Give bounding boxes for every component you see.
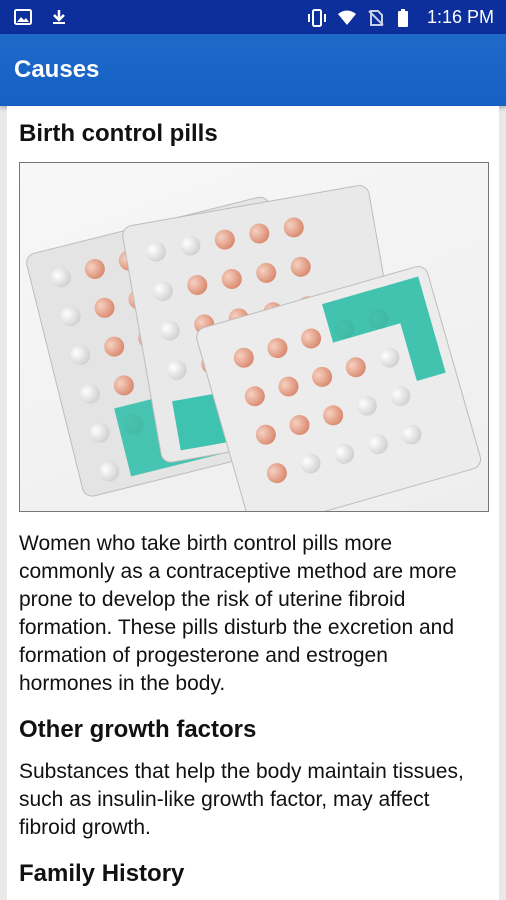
content-card[interactable]: Birth control pills Women who take birth… [7, 106, 499, 900]
download-icon [50, 8, 68, 26]
image-icon [14, 8, 32, 26]
birth-control-pills-image [19, 162, 489, 512]
vibrate-icon [307, 8, 326, 27]
wifi-icon [337, 9, 356, 27]
status-time: 1:16 PM [426, 7, 494, 27]
page-title: Causes [14, 56, 100, 83]
section-heading-birth-control: Birth control pills [19, 120, 218, 147]
birth-control-description: Women who take birth control pills more … [19, 532, 457, 695]
status-bar: 1:16 PM [0, 0, 506, 34]
app-bar: Causes [0, 34, 506, 106]
section-heading-growth-factors: Other growth factors [19, 716, 257, 743]
section-heading-family-history: Family History [19, 860, 185, 887]
no-sim-icon [367, 9, 385, 27]
battery-icon [397, 8, 415, 27]
growth-factors-description: Substances that help the body maintain t… [19, 760, 464, 839]
